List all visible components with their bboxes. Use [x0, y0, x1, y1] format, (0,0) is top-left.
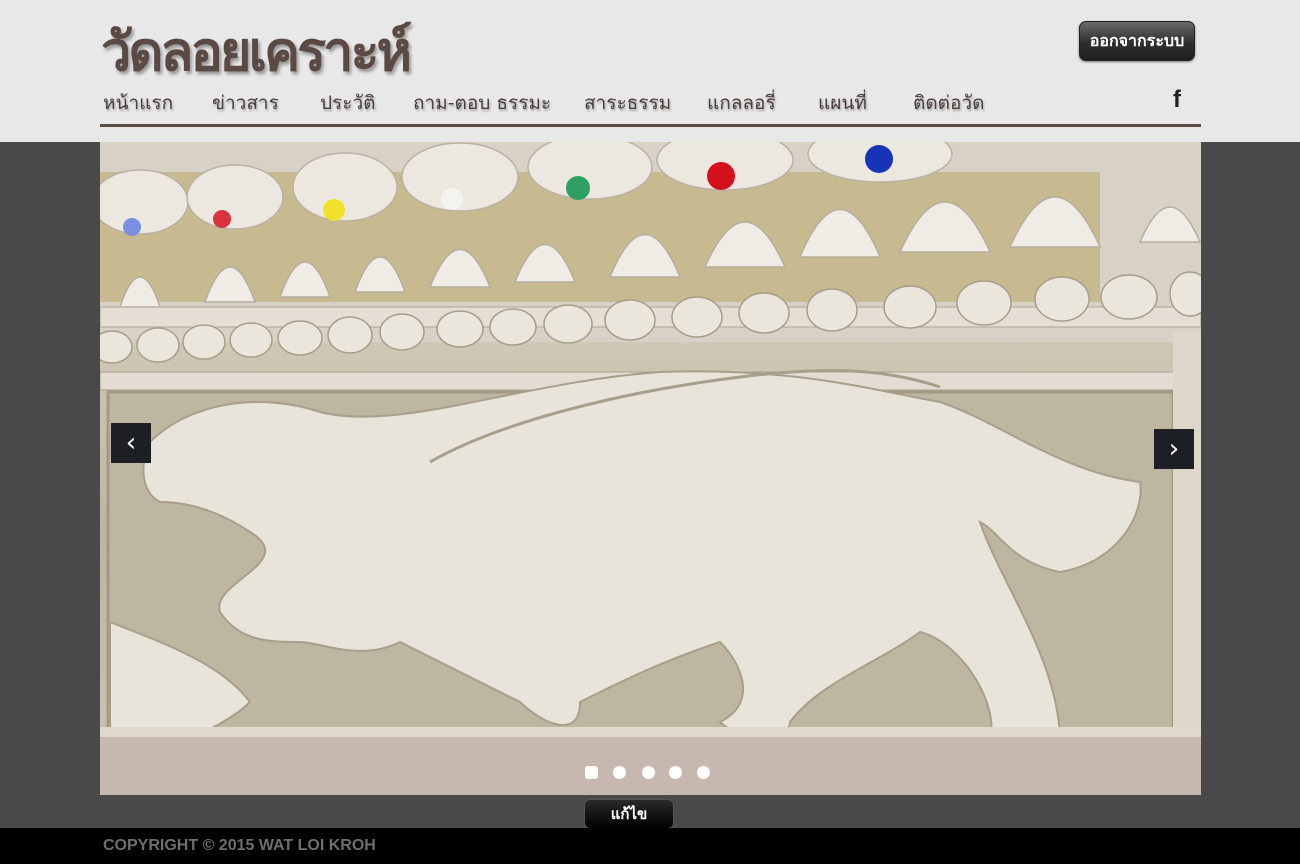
copyright-text: COPYRIGHT © 2015 WAT LOI KROH — [103, 837, 376, 854]
nav-item-dhamma-articles[interactable]: สาระธรรม — [584, 88, 671, 118]
slider-dot-2[interactable] — [613, 766, 626, 779]
edit-button[interactable]: แก้ไข — [584, 799, 674, 829]
slide-base-ledge — [100, 727, 1201, 737]
nav-item-news[interactable]: ข่าวสาร — [212, 88, 279, 118]
nav-item-contact[interactable]: ติดต่อวัด — [913, 88, 984, 118]
slide-image — [100, 142, 1201, 795]
site-title[interactable]: วัดลอยเคราะห์ — [101, 8, 412, 94]
logout-button[interactable]: ออกจากระบบ — [1079, 21, 1195, 61]
slider-prev-button[interactable]: ‹ — [111, 423, 151, 463]
nav-divider — [100, 124, 1201, 127]
nav-item-history[interactable]: ประวัติ — [320, 88, 375, 118]
slide-granite-base — [100, 732, 1201, 795]
nav-item-dhamma-qa[interactable]: ถาม-ตอบ ธรรมะ — [413, 88, 551, 118]
nav-item-gallery[interactable]: แกลลอรี่ — [707, 88, 776, 118]
slide-frame-right — [1173, 332, 1201, 792]
chevron-left-icon: ‹ — [125, 428, 137, 458]
slider-next-button[interactable]: › — [1154, 429, 1194, 469]
slider-dot-5[interactable] — [697, 766, 710, 779]
chevron-right-icon: › — [1168, 434, 1180, 464]
slider-dot-3[interactable] — [642, 766, 655, 779]
site-footer: COPYRIGHT © 2015 WAT LOI KROH — [0, 828, 1300, 864]
nav-item-map[interactable]: แผนที่ — [818, 88, 867, 118]
main-nav: หน้าแรก ข่าวสาร ประวัติ ถาม-ตอบ ธรรมะ สา… — [100, 84, 1200, 122]
slider-dot-1[interactable] — [585, 766, 598, 779]
facebook-icon[interactable]: f — [1173, 86, 1181, 114]
slider-dot-4[interactable] — [669, 766, 682, 779]
hero-slider[interactable]: ‹ › — [100, 142, 1201, 795]
site-header: วัดลอยเคราะห์ ออกจากระบบ หน้าแรก ข่าวสาร… — [0, 0, 1300, 142]
nav-item-home[interactable]: หน้าแรก — [103, 88, 173, 118]
